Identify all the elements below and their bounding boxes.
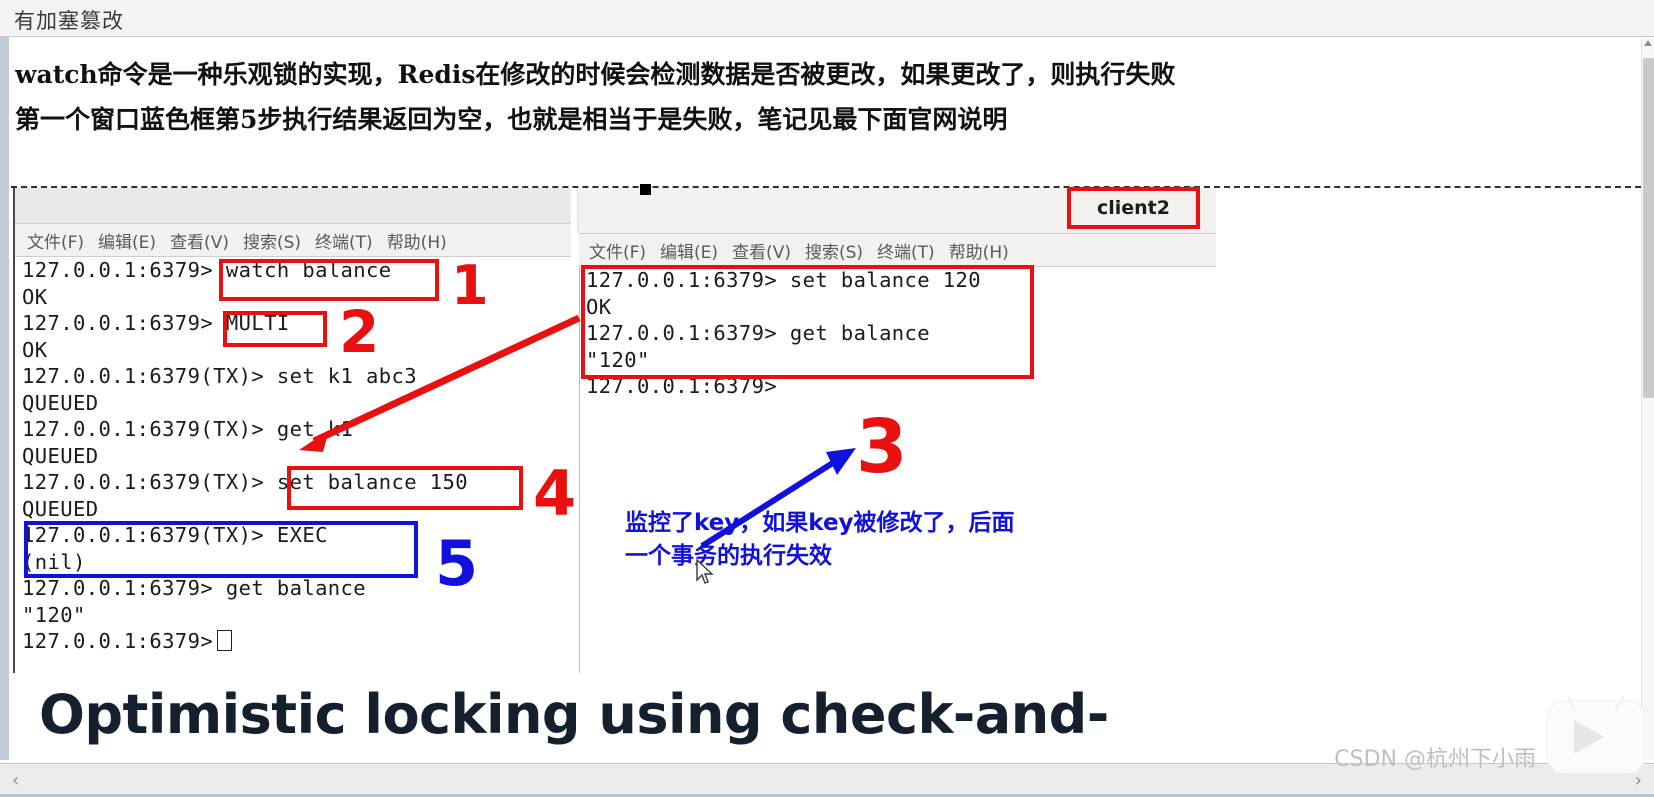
annotation-box-client2-commands <box>581 265 1034 379</box>
page-root: 有加塞篡改 watch命令是一种乐观锁的实现，Redis在修改的时候会检测数据是… <box>0 0 1654 797</box>
bottom-big-heading: Optimistic locking using check-and- <box>39 683 1109 746</box>
document-titlebar: 有加塞篡改 <box>0 0 1654 37</box>
annotation-box-exec-nil <box>24 521 418 578</box>
terminal1-menu-file[interactable]: 文件(F) <box>27 228 84 253</box>
terminal2-left-rule <box>579 267 580 673</box>
annotation-numeral-1: 1 <box>451 254 489 317</box>
terminal2-menu-edit[interactable]: 编辑(E) <box>660 238 718 263</box>
terminal2-menu-search[interactable]: 搜索(S) <box>805 238 863 263</box>
heading-line-1: watch命令是一种乐观锁的实现，Redis在修改的时候会检测数据是否被更改，如… <box>15 60 1176 89</box>
terminal1-prompt: 127.0.0.1:6379> <box>22 629 214 653</box>
vertical-scrollbar[interactable] <box>1641 38 1654 760</box>
annotation-numeral-4: 4 <box>533 457 577 530</box>
terminal1-line: "120" <box>22 602 86 627</box>
terminal-cursor-icon <box>217 630 233 651</box>
terminal1-menubar[interactable]: 文件(F) 编辑(E) 查看(V) 搜索(S) 终端(T) 帮助(H) <box>15 224 571 257</box>
page-left-gutter <box>0 37 9 760</box>
terminal1-menu-edit[interactable]: 编辑(E) <box>98 228 156 253</box>
annotation-numeral-2: 2 <box>339 298 380 366</box>
terminal1-menu-search[interactable]: 搜索(S) <box>243 228 301 253</box>
annotation-box-watch-balance <box>219 259 439 301</box>
terminal1-line: QUEUED <box>22 390 99 415</box>
terminal1-line: 127.0.0.1:6379> get balance <box>22 576 367 600</box>
scroll-left-arrow-icon[interactable]: ‹ <box>12 772 19 790</box>
watermark-text: CSDN @杭州下小雨 <box>1334 747 1536 772</box>
selection-handle[interactable] <box>640 184 651 195</box>
terminal2-menubar[interactable]: 文件(F) 编辑(E) 查看(V) 搜索(S) 终端(T) 帮助(H) <box>579 234 1216 267</box>
scroll-right-arrow-icon[interactable]: › <box>1635 772 1642 790</box>
terminal1-titlebar <box>15 188 571 224</box>
watermark-play-logo-icon <box>1548 695 1644 773</box>
annotation-box-set-balance-150 <box>287 466 523 510</box>
mouse-pointer-icon <box>696 559 714 584</box>
terminal1-menu-view[interactable]: 查看(V) <box>170 228 229 253</box>
heading-line-2: 第一个窗口蓝色框第5步执行结果返回为空，也就是相当于是失败，笔记见最下面官网说明 <box>15 105 1008 134</box>
terminal1-menu-terminal[interactable]: 终端(T) <box>315 228 373 253</box>
document-canvas: watch命令是一种乐观锁的实现，Redis在修改的时候会检测数据是否被更改，如… <box>11 38 1641 760</box>
annotation-numeral-5: 5 <box>435 527 479 600</box>
client2-tab-label: client2 <box>1096 197 1170 219</box>
watermark-logo-play-triangle <box>1574 720 1604 754</box>
annotation-note-blue-line1: 监控了key，如果key被修改了，后面 <box>625 510 1015 536</box>
breadcrumb-title: 有加塞篡改 <box>14 9 124 33</box>
terminal2-menu-terminal[interactable]: 终端(T) <box>877 238 935 263</box>
terminal2-menu-file[interactable]: 文件(F) <box>589 238 646 263</box>
annotation-box-multi <box>223 311 327 347</box>
terminal1-line: 127.0.0.1:6379(TX)> get k1 <box>22 417 354 441</box>
terminal1-menu-help[interactable]: 帮助(H) <box>387 228 447 253</box>
scroll-up-arrow-icon[interactable] <box>1644 40 1652 46</box>
terminal1-prompt-line: 127.0.0.1:6379> <box>15 628 571 655</box>
vertical-scrollbar-thumb[interactable] <box>1643 58 1654 398</box>
terminal2-menu-view[interactable]: 查看(V) <box>732 238 791 263</box>
terminal1-line: 127.0.0.1:6379(TX)> set k1 abc3 <box>22 364 418 388</box>
annotation-numeral-3: 3 <box>856 404 908 490</box>
terminal2-menu-help[interactable]: 帮助(H) <box>949 238 1009 263</box>
